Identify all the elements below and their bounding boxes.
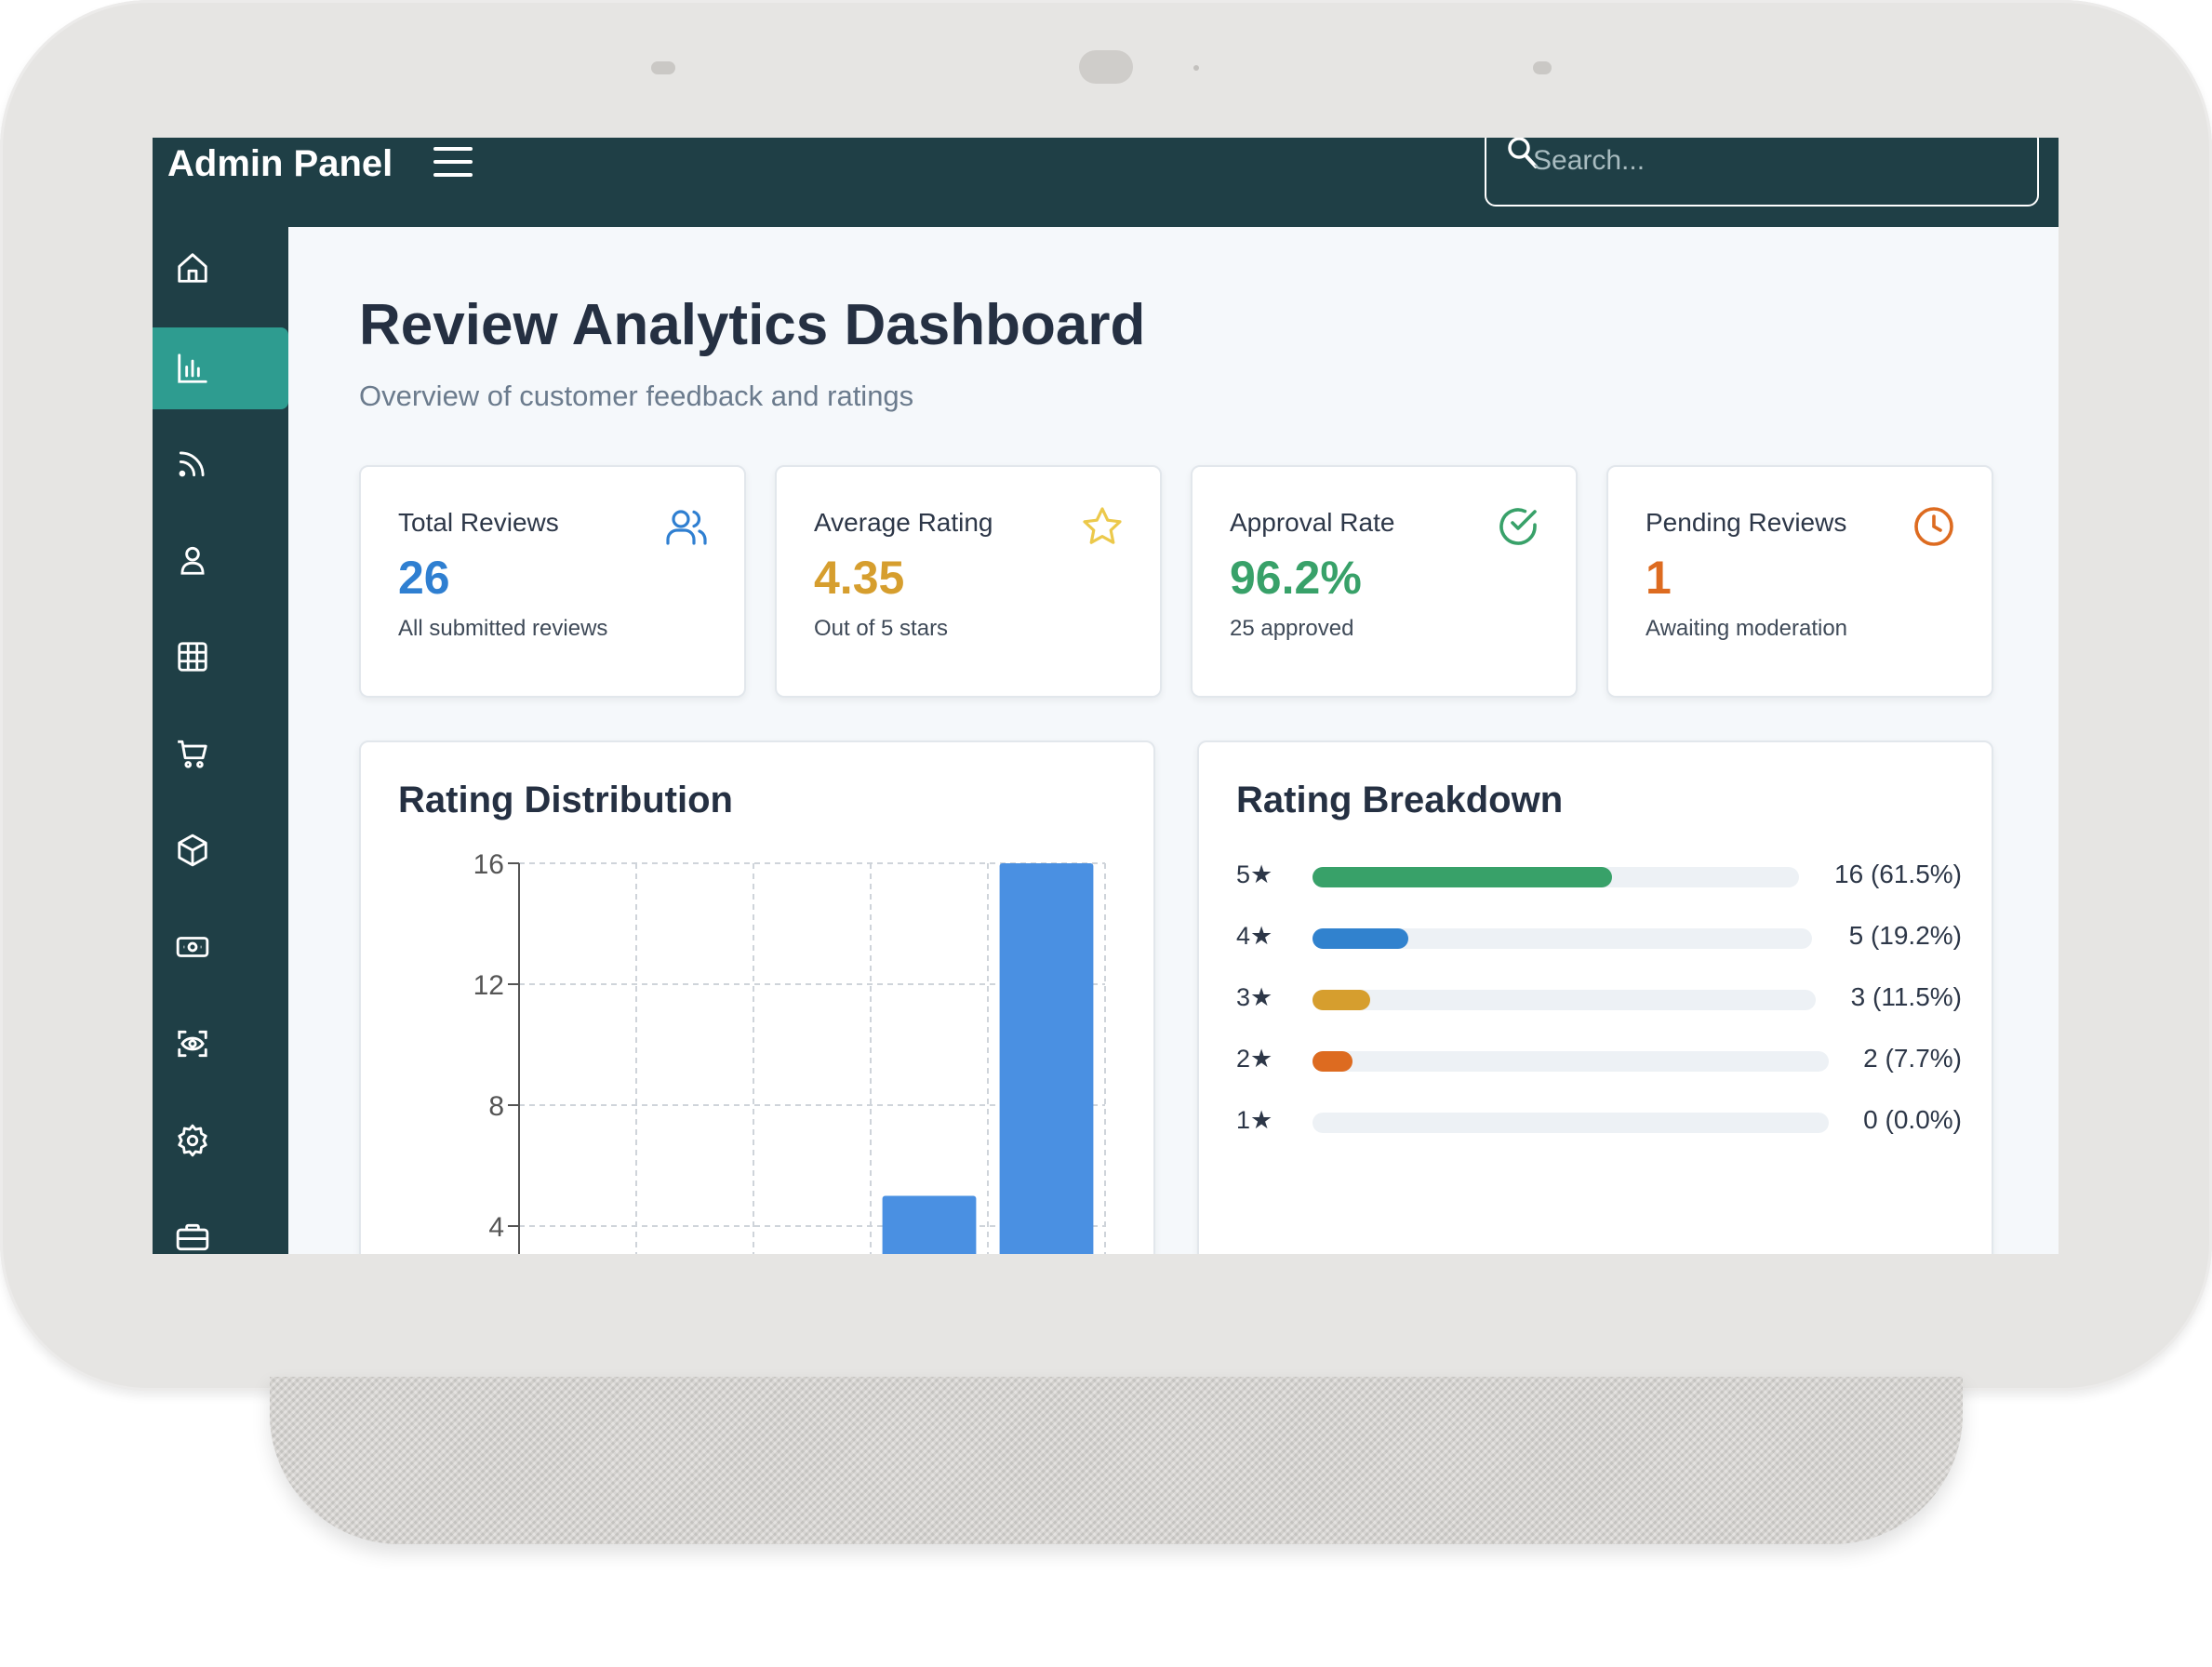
bar-chart-icon (178, 353, 207, 383)
breakdown-row: 2★ 2 (7.7%) (1236, 1040, 1962, 1077)
panel-title: Rating Breakdown (1236, 780, 1564, 820)
money-icon (176, 937, 209, 957)
breakdown-progress-fill (1313, 1051, 1353, 1072)
sidebar-item-payments[interactable] (153, 906, 288, 988)
breakdown-count: 0 (0.0%) (1863, 1105, 1962, 1134)
stat-card-total-reviews: Total Reviews 26 All submitted reviews (359, 465, 746, 698)
sidebar-item-analytics[interactable] (153, 327, 288, 409)
breakdown-count: 3 (11.5%) (1850, 982, 1962, 1011)
cart-icon (178, 740, 207, 768)
stat-label: Average Rating (814, 508, 993, 537)
sensor-left (651, 61, 675, 74)
star-icon (1083, 507, 1122, 544)
main-content: Review Analytics Dashboard Overview of c… (288, 227, 2059, 1254)
stat-value: 4.35 (814, 552, 905, 604)
breakdown-row: 1★ 0 (0.0%) (1236, 1101, 1962, 1139)
sidebar-item-table[interactable] (153, 616, 288, 698)
stat-card-average-rating: Average Rating 4.35 Out of 5 stars (775, 465, 1162, 698)
sidebar-item-users[interactable] (153, 519, 288, 601)
breakdown-star-label: 4★ (1236, 922, 1273, 950)
stat-description: Out of 5 stars (814, 616, 949, 641)
breakdown-count: 2 (7.7%) (1863, 1044, 1962, 1073)
user-icon (180, 546, 205, 575)
stat-value: 96.2% (1230, 552, 1362, 604)
clock-icon (1914, 507, 1953, 546)
rss-icon (179, 451, 205, 477)
grid-icon (178, 642, 207, 672)
stat-card-pending-reviews: Pending Reviews 1 Awaiting moderation (1606, 465, 1993, 698)
page-subtitle: Overview of customer feedback and rating… (359, 380, 914, 412)
rating-distribution-panel: Rating Distribution 4 8 12 16 (359, 740, 1155, 1254)
page-title: Review Analytics Dashboard (359, 293, 1146, 357)
stat-label: Pending Reviews (1646, 508, 1847, 537)
stat-label: Total Reviews (398, 508, 559, 537)
indicator-dot (1193, 65, 1199, 71)
breakdown-progress-track (1313, 990, 1816, 1010)
speaker-base (270, 1377, 1963, 1544)
breakdown-star-label: 3★ (1236, 983, 1273, 1011)
breakdown-count: 16 (61.5%) (1834, 860, 1962, 888)
y-tick-label: 16 (473, 849, 504, 880)
screen: Admin Panel Search... Review Analytics D… (153, 138, 2059, 1254)
breakdown-progress-fill (1313, 990, 1371, 1010)
sidebar-item-products[interactable] (153, 809, 288, 891)
sidebar-item-monitor[interactable] (153, 1003, 288, 1085)
y-tick-label: 8 (488, 1091, 504, 1122)
sidebar (153, 227, 288, 1254)
stat-label: Approval Rate (1230, 508, 1395, 537)
search-box[interactable] (1485, 138, 2039, 207)
briefcase-icon (176, 1223, 209, 1251)
bar-5-star (999, 863, 1094, 1254)
search-input[interactable] (1531, 141, 2019, 180)
check-circle-icon (1499, 508, 1537, 545)
breakdown-row: 3★ 3 (11.5%) (1236, 979, 1962, 1016)
sensor-right (1533, 61, 1552, 74)
bar-4-star (882, 1195, 977, 1254)
breakdown-star-label: 2★ (1236, 1045, 1273, 1073)
top-bar: Admin Panel (153, 138, 2059, 227)
stat-description: 25 approved (1230, 616, 1354, 641)
users-icon (666, 510, 707, 545)
breakdown-progress-track (1313, 867, 1799, 887)
home-icon (178, 253, 207, 283)
stat-description: All submitted reviews (398, 616, 608, 641)
breakdown-star-label: 5★ (1236, 860, 1273, 888)
stat-value: 1 (1646, 552, 1672, 604)
sidebar-item-orders[interactable] (153, 713, 288, 794)
gear-icon (178, 1124, 207, 1157)
sidebar-item-feed[interactable] (153, 422, 288, 504)
stat-description: Awaiting moderation (1646, 616, 1848, 641)
rating-breakdown-panel: Rating Breakdown 5★ 16 (61.5%) 4★ 5 (19.2%)… (1197, 740, 1993, 1254)
y-tick-label: 12 (473, 970, 504, 1001)
breakdown-row: 4★ 5 (19.2%) (1236, 917, 1962, 954)
sidebar-item-settings[interactable] (153, 1100, 288, 1181)
stat-card-approval-rate: Approval Rate 96.2% 25 approved (1191, 465, 1578, 698)
breakdown-progress-fill (1313, 928, 1409, 949)
sidebar-item-business[interactable] (153, 1196, 288, 1254)
brand-title: Admin Panel (167, 143, 393, 184)
stat-value: 26 (398, 552, 450, 604)
breakdown-progress-track (1313, 928, 1812, 949)
breakdown-progress-fill (1313, 867, 1612, 887)
eye-scan-icon (178, 1030, 207, 1058)
sidebar-item-home[interactable] (153, 227, 288, 309)
y-tick-label: 4 (488, 1212, 504, 1243)
breakdown-count: 5 (19.2%) (1848, 921, 1962, 950)
menu-toggle-icon[interactable] (433, 147, 473, 179)
camera-icon (1079, 50, 1133, 84)
breakdown-progress-track (1313, 1051, 1829, 1072)
device-frame: Admin Panel Search... Review Analytics D… (0, 0, 2212, 1391)
breakdown-star-label: 1★ (1236, 1106, 1273, 1134)
box-icon (178, 834, 207, 867)
breakdown-row: 5★ 16 (61.5%) (1236, 856, 1962, 893)
rating-distribution-chart: 4 8 12 16 (473, 849, 1106, 1254)
breakdown-progress-track (1313, 1113, 1829, 1133)
